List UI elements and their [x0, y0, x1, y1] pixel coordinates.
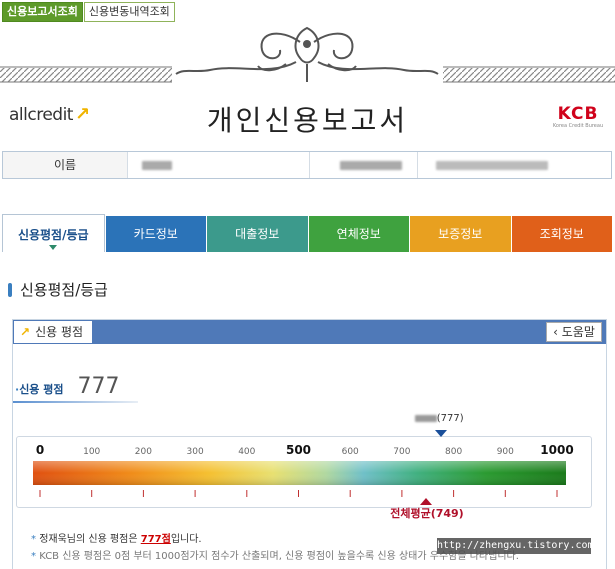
- user-name-redacted: [414, 414, 437, 422]
- score-label: ·신용 평점: [15, 383, 64, 396]
- id-value-redacted: [310, 152, 418, 178]
- user-score-marker: (777): [414, 413, 464, 424]
- gauge-tick-label: 0: [36, 443, 44, 457]
- section-bullet-icon: [8, 282, 12, 297]
- chevron-left-icon: ‹: [553, 325, 562, 339]
- kcb-logo-subtitle: Korea Credit Bureau: [552, 123, 604, 129]
- name-value-redacted: [128, 152, 310, 178]
- top-tabs: 신용보고서조회 신용변동내역조회: [2, 2, 175, 22]
- page-title: 개인신용보고서: [206, 104, 409, 137]
- header-ornament: [0, 26, 615, 86]
- active-indicator-icon: [49, 245, 57, 250]
- gauge-tick-label: 700: [393, 447, 410, 457]
- section-title-text: 신용평점/등급: [20, 281, 108, 299]
- help-button[interactable]: ‹ 도움말: [546, 322, 602, 342]
- credit-score-panel: ↗ 신용 평점 ‹ 도움말 ·신용 평점 777 0 100 200 300 4…: [12, 319, 607, 569]
- gauge-tick-label: 400: [238, 447, 255, 457]
- score-line: ·신용 평점 777: [13, 374, 120, 399]
- note-score-highlight: 777점: [140, 534, 171, 545]
- kcb-logo-text: KCB: [557, 104, 599, 124]
- gauge-svg: 0 100 200 300 400 500 600 700 800 900 1000: [33, 443, 574, 497]
- category-tabs: 신용평점/등급 카드정보 대출정보 연체정보 보증정보 조회정보: [2, 214, 612, 252]
- score-underline: [13, 401, 138, 403]
- score-value: 777: [77, 374, 120, 399]
- gauge-tick-label: 200: [135, 447, 152, 457]
- tab-card-info[interactable]: 카드정보: [105, 216, 206, 252]
- panel-tab: ↗ 신용 평점: [13, 320, 93, 344]
- tab-inquiry-info[interactable]: 조회정보: [511, 216, 612, 252]
- watermark: http://zhengxu.tistory.com: [437, 538, 594, 554]
- kcb-logo: KCB Korea Credit Bureau: [549, 106, 607, 130]
- note-score-line: * 정재욱님의 신용 평점은 777점입니다.: [31, 534, 202, 545]
- tab-credit-score[interactable]: 신용평점/등급: [2, 214, 105, 252]
- tab-credit-report[interactable]: 신용보고서조회: [2, 2, 83, 22]
- panel-tab-label: 신용 평점: [35, 325, 84, 339]
- gauge-tick-label: 1000: [540, 443, 573, 457]
- user-score-pointer-icon: [434, 430, 447, 437]
- gauge-tick-label: 900: [497, 447, 514, 457]
- name-row: 이름: [2, 151, 612, 179]
- address-value-redacted: [418, 152, 611, 178]
- tab-loan-info[interactable]: 대출정보: [207, 216, 308, 252]
- tab-credit-change-history[interactable]: 신용변동내역조회: [83, 2, 175, 22]
- score-gauge: 0 100 200 300 400 500 600 700 800 900 1000: [16, 436, 592, 508]
- tab-delinquency-info[interactable]: 연체정보: [308, 216, 409, 252]
- gauge-tick-label: 300: [187, 447, 204, 457]
- user-score-marker-label: (777): [436, 413, 464, 424]
- name-label: 이름: [3, 152, 128, 178]
- panel-header: ↗ 신용 평점 ‹ 도움말: [13, 320, 606, 344]
- average-score-label: 전체평균(749): [390, 507, 464, 520]
- average-pointer-icon: [420, 498, 433, 505]
- gauge-tick-label: 600: [342, 447, 359, 457]
- allcredit-arrow-icon: ↗: [20, 325, 31, 339]
- section-title: 신용평점/등급: [8, 279, 108, 300]
- help-button-label: 도움말: [561, 325, 595, 339]
- tab-guarantee-info[interactable]: 보증정보: [410, 216, 511, 252]
- gauge-tick-label: 500: [286, 443, 311, 457]
- tab-credit-score-label: 신용평점/등급: [17, 228, 89, 242]
- gauge-tick-label: 100: [83, 447, 100, 457]
- gauge-tick-label: 800: [445, 447, 462, 457]
